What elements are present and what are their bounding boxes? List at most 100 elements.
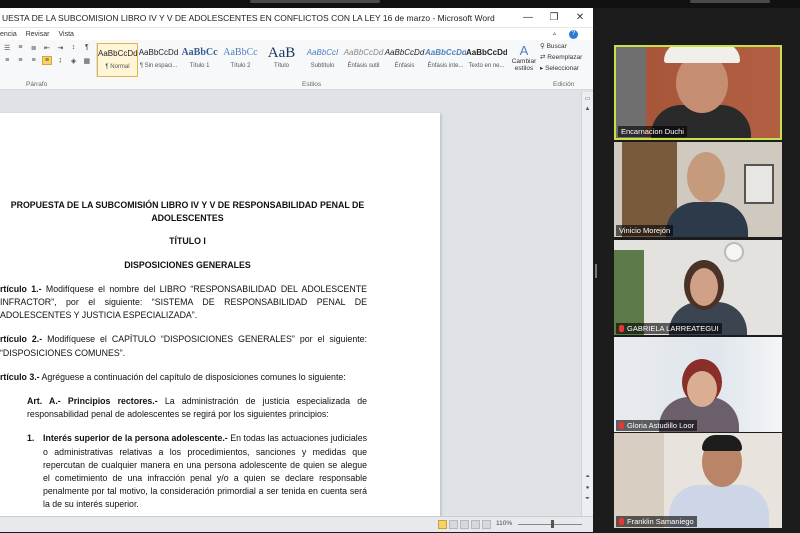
line-spacing-icon[interactable]: ↨ [55, 56, 65, 65]
document-body[interactable]: PROPUESTA DE LA SUBCOMISIÓN LIBRO IV Y V… [0, 199, 367, 512]
resize-grip[interactable] [595, 264, 597, 278]
style-emphasis[interactable]: AaBbCcDd Énfasis [384, 43, 425, 77]
panel-divider[interactable] [593, 8, 600, 533]
align-right-icon[interactable]: ≡ [29, 56, 39, 65]
next-page-icon[interactable]: ⏷ [583, 496, 593, 504]
select-label: Seleccionar [545, 65, 580, 72]
article-label: rtículo 3.- [0, 371, 40, 382]
screen: UESTA DE LA SUBCOMISION LIBRO IV Y V DE … [0, 0, 800, 533]
replace-button[interactable]: ⇄ Reemplazar [540, 53, 592, 61]
find-button[interactable]: ⚲ Buscar [540, 42, 592, 50]
style-name: ¶ Sin espaci... [139, 63, 178, 69]
close-icon[interactable]: ✕ [567, 12, 593, 23]
style-sample: AaBbCcDd [466, 48, 507, 57]
article-text: Agréguese a continuación del capítulo de… [39, 371, 346, 382]
participant-head [687, 152, 725, 202]
list-number: 1. [27, 433, 35, 444]
style-name: ¶ Normal [105, 64, 130, 70]
style-sample: AaBbCcDd [384, 48, 425, 57]
zoom-level[interactable]: 110% [496, 520, 512, 527]
participant-head [687, 371, 717, 407]
prev-page-icon[interactable]: ⏶ [583, 474, 593, 482]
full-screen-reading-icon[interactable] [449, 520, 458, 529]
print-layout-icon[interactable] [438, 520, 447, 529]
video-tile[interactable]: Vinicio Morejón [614, 142, 782, 237]
muted-mic-icon [619, 518, 624, 525]
video-tile[interactable]: Gloria Astudillo Loor [614, 337, 782, 432]
ribbon: ☰ ≡ ≣ ⇤ ⇥ ↕ ¶ ≡ ≡ ≡ ≡ ↨ ◈ ▦ Párrafo AaBb… [0, 40, 593, 90]
window-title: UESTA DE LA SUBCOMISION LIBRO IV Y V DE … [2, 12, 495, 23]
ruler-icon[interactable]: ▭ [583, 95, 593, 103]
change-styles-button[interactable]: A Cambiar estilos [510, 43, 538, 72]
editing-group-label: Edición [553, 81, 575, 88]
muted-mic-icon [619, 422, 624, 429]
doc-heading-main: PROPUESTA DE LA SUBCOMISIÓN LIBRO IV Y V… [10, 200, 365, 224]
help-icon[interactable]: ? [569, 29, 578, 39]
select-button[interactable]: ▸ Seleccionar [540, 64, 592, 72]
borders-icon[interactable]: ▦ [82, 56, 92, 65]
shading-icon[interactable]: ◈ [68, 56, 78, 65]
document-area[interactable]: PROPUESTA DE LA SUBCOMISIÓN LIBRO IV Y V… [0, 92, 581, 532]
style-sample: AaBbCc [181, 47, 218, 58]
binoculars-icon: ⚲ [540, 43, 547, 50]
minimize-icon[interactable]: — [515, 12, 541, 23]
view-buttons [438, 520, 491, 529]
align-left-icon[interactable]: ≡ [2, 56, 12, 65]
wall-frame [744, 164, 774, 204]
ribbon-minimize-icon[interactable]: ▵ [553, 30, 556, 39]
style-name: Título [273, 63, 289, 69]
style-heading-1[interactable]: AaBbCc Título 1 [179, 43, 220, 77]
style-name: Subtítulo [310, 63, 335, 69]
maximize-icon[interactable]: ❐ [541, 12, 567, 23]
browse-object-icon[interactable]: ● [583, 485, 593, 493]
numbering-icon[interactable]: ≡ [15, 43, 25, 52]
increase-indent-icon[interactable]: ⇥ [55, 43, 65, 52]
style-normal[interactable]: AaBbCcDd ¶ Normal [97, 43, 138, 77]
style-name: Énfasis [394, 63, 415, 69]
tab-review[interactable]: Revisar [26, 31, 50, 38]
style-strong[interactable]: AaBbCcDd Texto en ne... [466, 43, 507, 77]
web-layout-icon[interactable] [460, 520, 469, 529]
sort-icon[interactable]: ↕ [68, 43, 78, 52]
top-bar-pill[interactable] [690, 0, 770, 3]
style-name: Énfasis inte... [427, 63, 464, 69]
participant-hair [702, 435, 742, 451]
zoom-slider-handle[interactable] [551, 520, 554, 528]
video-tile[interactable]: Franklin Samaniego [614, 433, 782, 528]
status-bar: 110% [0, 516, 593, 532]
style-no-spacing[interactable]: AaBbCcDd ¶ Sin espaci... [138, 43, 179, 77]
document-page[interactable]: PROPUESTA DE LA SUBCOMISIÓN LIBRO IV Y V… [0, 113, 440, 532]
style-name: Título 1 [189, 63, 210, 69]
participant-body [666, 202, 748, 237]
editing-group: ⚲ Buscar ⇄ Reemplazar ▸ Seleccionar [540, 42, 592, 75]
justify-icon[interactable]: ≡ [41, 56, 53, 65]
article-1: rtículo 1.- Modifíquese el nombre del LI… [0, 283, 367, 323]
participant-name: Encarnacion Duchi [618, 126, 687, 137]
paragraph-tools: ☰ ≡ ≣ ⇤ ⇥ ↕ ¶ ≡ ≡ ≡ ≡ ↨ ◈ ▦ [2, 43, 92, 69]
video-tile[interactable]: GABRIELA LARREATEGUI [614, 240, 782, 335]
show-marks-icon[interactable]: ¶ [82, 43, 92, 52]
top-bar-pill[interactable] [250, 0, 380, 3]
doc-heading-section: DISPOSICIONES GENERALES [124, 259, 251, 270]
style-heading-2[interactable]: AaBbCc Título 2 [220, 43, 261, 77]
tab-view[interactable]: Vista [58, 31, 73, 38]
style-subtitle[interactable]: AaBbCcI Subtítulo [302, 43, 343, 77]
multilevel-list-icon[interactable]: ≣ [29, 43, 39, 52]
scroll-up-icon[interactable]: ▲ [583, 106, 593, 114]
video-tile[interactable]: Encarnacion Duchi [614, 45, 782, 140]
draft-icon[interactable] [482, 520, 491, 529]
find-label: Buscar [546, 43, 567, 50]
style-subtle-emphasis[interactable]: AaBbCcDd Énfasis sutil [343, 43, 384, 77]
tab-references[interactable]: encia [0, 31, 17, 38]
vertical-scrollbar[interactable]: ▭ ▲ ⏶ ● ⏷ [581, 92, 593, 524]
outline-icon[interactable] [471, 520, 480, 529]
styles-group-label: Estilos [302, 81, 322, 88]
zoom-top-bar [0, 0, 800, 8]
style-intense-emphasis[interactable]: AaBbCcDd Énfasis inte... [425, 43, 466, 77]
style-title[interactable]: AaB Título [261, 43, 302, 77]
participant-hat [664, 47, 740, 63]
zoom-slider[interactable] [518, 524, 582, 525]
align-center-icon[interactable]: ≡ [15, 56, 25, 65]
bullets-icon[interactable]: ☰ [2, 43, 12, 52]
decrease-indent-icon[interactable]: ⇤ [42, 43, 52, 52]
